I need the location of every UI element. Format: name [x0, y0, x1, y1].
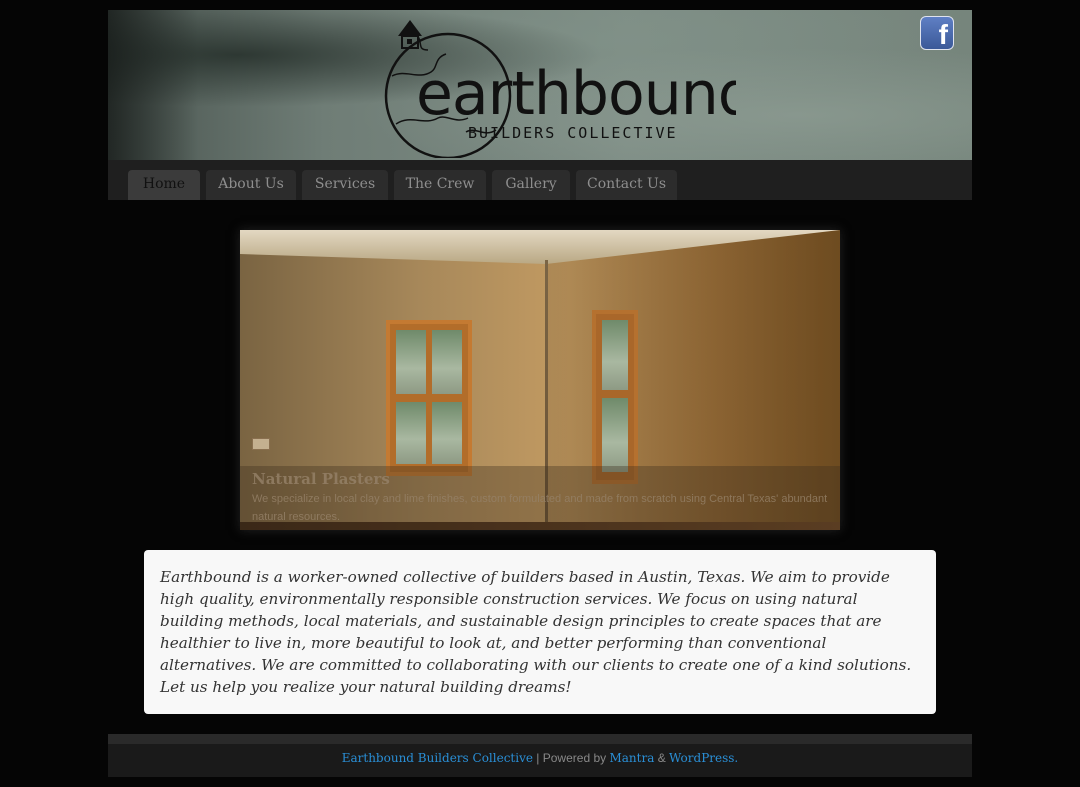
site-footer: Earthbound Builders Collective | Powered…: [108, 744, 972, 777]
slide-caption: Natural Plasters We specialize in local …: [240, 466, 840, 530]
slide-outlet: [252, 438, 270, 450]
footer-divider: [108, 734, 972, 744]
nav-item-gallery[interactable]: Gallery: [492, 170, 570, 200]
facebook-icon[interactable]: f: [920, 16, 954, 50]
slide-caption-text: We specialize in local clay and lime fin…: [252, 493, 828, 523]
nav-item-contact-us[interactable]: Contact Us: [576, 170, 677, 200]
footer-platform-link[interactable]: WordPress.: [669, 751, 738, 765]
nav-item-the-crew[interactable]: The Crew: [394, 170, 486, 200]
nav-item-about-us[interactable]: About Us: [206, 170, 296, 200]
logo-tagline: BUILDERS COLLECTIVE: [468, 124, 678, 142]
nav-item-home[interactable]: Home: [128, 170, 200, 200]
header-shadow: [108, 10, 198, 160]
nav-item-services[interactable]: Services: [302, 170, 388, 200]
footer-powered-by: | Powered by: [532, 751, 610, 765]
footer-theme-link[interactable]: Mantra: [609, 751, 654, 765]
image-slider[interactable]: Natural Plasters We specialize in local …: [240, 230, 840, 530]
earthbound-logo[interactable]: earthbound BUILDERS COLLECTIVE: [376, 14, 736, 158]
main-nav: Home About Us Services The Crew Gallery …: [108, 160, 972, 200]
slide-caption-title: Natural Plasters: [252, 470, 390, 488]
slide-window-left: [386, 320, 472, 476]
slide-window-right: [592, 310, 638, 484]
footer-site-link[interactable]: Earthbound Builders Collective: [342, 751, 533, 765]
site-header: earthbound BUILDERS COLLECTIVE f: [108, 10, 972, 160]
footer-ampersand: &: [654, 751, 670, 765]
logo-wordmark: earthbound: [416, 59, 736, 129]
intro-text: Earthbound is a worker-owned collective …: [144, 550, 936, 714]
